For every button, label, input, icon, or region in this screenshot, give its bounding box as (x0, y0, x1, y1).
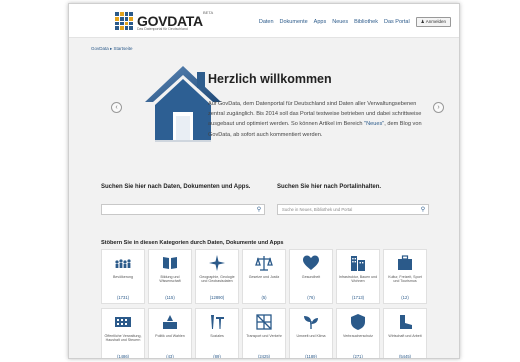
search-portal-input[interactable]: Suche in Neues, Bibliothek und Portal ⚲ (277, 204, 429, 215)
category-count: (1713) (351, 295, 365, 300)
category-count: (76) (307, 295, 315, 300)
category-tile-soziales[interactable]: Soziales (89) (195, 308, 239, 359)
category-count: (5445) (398, 354, 412, 359)
category-label: Wirtschaft und Arbeit (388, 334, 422, 338)
nav-daten[interactable]: Daten (259, 19, 274, 25)
scales-icon (255, 256, 273, 271)
hero-text: Auf GovData, dem Datenportal für Deutsch… (208, 99, 428, 140)
category-tile-infrastruktur[interactable]: Infrastruktur, Bauen und Wohnen (1713) (336, 249, 380, 304)
search-icon[interactable]: ⚲ (418, 206, 428, 213)
category-tile-transport[interactable]: Transport und Verkehr (2425) (242, 308, 286, 359)
buildings-icon (351, 256, 365, 271)
nav-apps[interactable]: Apps (314, 19, 327, 25)
category-count: (5) (261, 295, 267, 300)
category-count: (1731) (116, 295, 130, 300)
category-count: (43) (166, 354, 174, 359)
main-nav: Daten Dokumente Apps Neues Bibliothek Da… (259, 17, 451, 27)
category-tile-kultur[interactable]: Kultur, Freizeit, Sport und Tourismus (1… (383, 249, 427, 304)
category-tile-bildung[interactable]: Bildung und Wissenschaft (115) (148, 249, 192, 304)
category-label: Kultur, Freizeit, Sport und Tourismus (388, 275, 422, 284)
search-data-input[interactable]: ⚲ (101, 204, 265, 215)
category-tile-geographie[interactable]: Geographie, Geologie und Geobasisdaten (… (195, 249, 239, 304)
logo-grid-icon (115, 12, 133, 30)
category-count: (271) (353, 354, 363, 359)
category-label: Bevölkerung (113, 275, 133, 279)
category-label: Infrastruktur, Bauen und Wohnen (338, 275, 378, 284)
category-tile-verbraucherschutz[interactable]: Verbraucherschutz (271) (336, 308, 380, 359)
breadcrumb[interactable]: GovData ▸ Startseite (91, 46, 133, 52)
category-count: (12) (401, 295, 409, 300)
people-icon (211, 315, 224, 329)
plant-icon (304, 316, 318, 329)
category-count: (115) (165, 295, 175, 300)
login-button[interactable]: ♟ Anmelden (415, 17, 451, 27)
hero-title: Herzlich willkommen (208, 72, 332, 86)
govdata-logo[interactable]: GOVDATA BETA Das Datenportal für Deutsch… (115, 10, 213, 31)
category-label: Politik und Wahlen (155, 334, 185, 338)
category-label: Geographie, Geologie und Geobasisdaten (199, 275, 235, 284)
nav-bibliothek[interactable]: Bibliothek (354, 19, 378, 25)
category-label: Umwelt und Klima (296, 334, 326, 338)
slider-next-arrow-icon[interactable]: › (433, 102, 444, 113)
slider-prev-arrow-icon[interactable]: ‹ (111, 102, 122, 113)
category-label: Gesetze und Justiz (248, 275, 280, 279)
suitcase-icon (398, 255, 412, 270)
category-tile-politik[interactable]: Politik und Wahlen (43) (148, 308, 192, 359)
category-tile-umwelt[interactable]: Umwelt und Klima (1189) (289, 308, 333, 359)
category-tile-bevoelkerung[interactable]: Bevölkerung (1731) (101, 249, 145, 304)
categories-title: Stöbern Sie in diesen Kategorien durch D… (101, 240, 284, 246)
category-count: (12890) (209, 295, 225, 300)
category-count: (2425) (257, 354, 271, 359)
shield-icon (351, 314, 365, 330)
search-portal-placeholder: Suche in Neues, Bibliothek und Portal (282, 207, 353, 212)
category-label: Verbraucherschutz (343, 334, 373, 338)
search-icon[interactable]: ⚲ (254, 206, 264, 213)
category-tile-verwaltung[interactable]: Öffentliche Verwaltung, Haushalt und Ste… (101, 308, 145, 359)
category-count: (1486) (116, 354, 130, 359)
site-header: GOVDATA BETA Das Datenportal für Deutsch… (69, 4, 459, 38)
logo-beta-badge: BETA (203, 10, 214, 15)
browser-viewport: GOVDATA BETA Das Datenportal für Deutsch… (68, 3, 460, 359)
ballot-icon (163, 315, 177, 329)
book-icon (163, 257, 177, 269)
login-label: Anmelden (425, 19, 446, 24)
nav-neues[interactable]: Neues (332, 19, 348, 25)
boot-icon (400, 315, 412, 329)
category-label: Bildung und Wissenschaft (159, 275, 181, 284)
category-label: Gesundheit (301, 275, 321, 279)
category-count: (89) (213, 354, 221, 359)
user-icon: ♟ (420, 19, 425, 24)
category-count: (1189) (305, 354, 317, 359)
category-tile-gesetze[interactable]: Gesetze und Justiz (5) (242, 249, 286, 304)
category-tile-wirtschaft[interactable]: Wirtschaft und Arbeit (5445) (383, 308, 427, 359)
search-section (69, 174, 459, 226)
category-label: Öffentliche Verwaltung, Haushalt und Ste… (104, 334, 142, 343)
compass-icon (209, 255, 225, 271)
search-portal-label: Suchen Sie hier nach Portalinhalten. (277, 184, 382, 190)
population-icon (115, 259, 131, 268)
logo-subtitle: Das Datenportal für Deutschland (137, 27, 188, 31)
category-label: Transport und Verkehr (246, 334, 282, 338)
nav-das-portal[interactable]: Das Portal (384, 19, 410, 25)
category-grid: Bevölkerung (1731) Bildung und Wissensch… (101, 249, 429, 359)
heart-icon (303, 255, 319, 270)
government-icon (115, 317, 131, 327)
category-label: Soziales (210, 334, 224, 338)
nav-dokumente[interactable]: Dokumente (280, 19, 308, 25)
search-data-label: Suchen Sie hier nach Daten, Dokumenten u… (101, 184, 251, 190)
category-tile-gesundheit[interactable]: Gesundheit (76) (289, 249, 333, 304)
neues-link[interactable]: "Neues" (364, 121, 384, 127)
transport-icon (256, 314, 272, 330)
